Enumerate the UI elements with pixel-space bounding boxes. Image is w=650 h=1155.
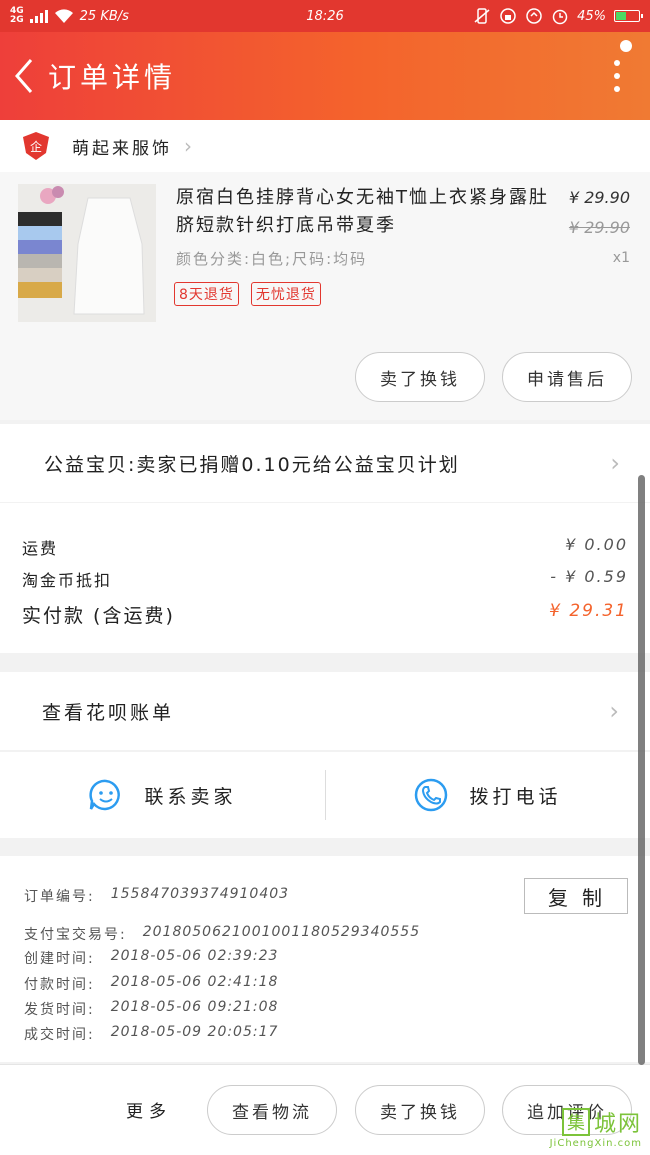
product-thumbnail[interactable] — [18, 184, 156, 322]
coin-discount-value: - ¥ 0.59 — [550, 567, 628, 586]
order-info: 订单编号: 155847039374910403 支付宝交易号: 2018050… — [0, 856, 650, 1062]
call-phone-button[interactable]: 拨打电话 — [325, 752, 650, 838]
product-card[interactable]: 原宿白色挂脖背心女无袖T恤上衣紧身露肚脐短款针织打底吊带夏季 颜色分类:白色;尺… — [0, 172, 650, 340]
total-paid-row: 实付款 (含运费) ¥ 29.31 — [22, 601, 628, 628]
svg-text:企: 企 — [30, 139, 42, 154]
sync-icon — [526, 8, 542, 24]
alarm-icon — [552, 9, 568, 25]
watermark-text: 城网 — [593, 1112, 642, 1137]
chevron-right-icon: › — [610, 449, 622, 477]
scrollbar[interactable] — [638, 475, 645, 1065]
network-type: 4G 2G — [10, 6, 24, 25]
app-header: 订单详情 — [0, 32, 650, 120]
order-number-row: 订单编号: 155847039374910403 — [24, 886, 289, 906]
contact-bar: 联系卖家 拨打电话 — [0, 752, 650, 838]
watermark-logo: 集 — [561, 1108, 590, 1136]
shipped-time-value: 2018-05-06 09:21:08 — [110, 999, 279, 1015]
phone-icon — [415, 778, 448, 812]
chevron-left-icon — [15, 59, 33, 93]
more-button[interactable]: 更多 — [126, 1097, 172, 1122]
product-price: ¥ 29.90 — [568, 188, 630, 207]
wifi-icon — [54, 9, 73, 23]
battery-icon — [614, 10, 643, 22]
product-actions: 卖了换钱 申请售后 — [0, 340, 650, 420]
coin-discount-label: 淘金币抵扣 — [22, 571, 113, 590]
alipay-trade-label: 支付宝交易号: — [24, 927, 127, 943]
product-spec: 颜色分类:白色;尺码:均码 — [176, 250, 368, 268]
order-number-value: 155847039374910403 — [110, 886, 290, 902]
back-button[interactable] — [0, 32, 48, 120]
completed-time-row: 成交时间: 2018-05-09 20:05:17 — [24, 1024, 278, 1044]
fee-summary: 运费 ¥ 0.00 淘金币抵扣 - ¥ 0.59 实付款 (含运费) ¥ 29.… — [0, 503, 650, 653]
alipay-trade-value: 2018050621001001180529340555 — [142, 924, 421, 940]
total-paid-label: 实付款 (含运费) — [22, 605, 175, 627]
status-bar: 4G 2G 25 KB/s 18:26 45% — [0, 0, 650, 32]
watermark-url: JiChengXin.com — [549, 1138, 642, 1149]
huabei-bill-row[interactable]: 查看花呗账单 › — [0, 672, 650, 750]
network-speed: 25 KB/s — [79, 8, 129, 24]
completed-time-value: 2018-05-09 20:05:17 — [110, 1024, 279, 1040]
clock: 18:26 — [306, 8, 344, 24]
paid-time-label: 付款时间: — [24, 977, 95, 993]
created-time-value: 2018-05-06 02:39:23 — [110, 948, 279, 964]
store-row[interactable]: 企 萌起来服饰 › — [0, 120, 650, 172]
tag-worry-free-return: 无忧退货 — [250, 282, 321, 306]
site-watermark: 集 城网 JiChengXin.com — [550, 1106, 642, 1149]
shipping-fee-label: 运费 — [22, 539, 59, 558]
charity-row[interactable]: 公益宝贝:卖家已捐赠0.10元给公益宝贝计划 › — [0, 424, 650, 502]
enterprise-shop-icon: 企 — [23, 132, 49, 160]
shipping-fee-row: 运费 ¥ 0.00 — [22, 535, 628, 559]
paid-time-value: 2018-05-06 02:41:18 — [110, 974, 279, 990]
product-quantity: x1 — [612, 250, 630, 266]
notification-dot — [620, 40, 632, 52]
shipped-time-row: 发货时间: 2018-05-06 09:21:08 — [24, 999, 278, 1019]
coin-discount-row: 淘金币抵扣 - ¥ 0.59 — [22, 567, 628, 591]
sell-for-cash-button[interactable]: 卖了换钱 — [355, 352, 485, 402]
paid-time-row: 付款时间: 2018-05-06 02:41:18 — [24, 974, 278, 994]
created-time-label: 创建时间: — [24, 951, 95, 967]
charity-text: 公益宝贝:卖家已捐赠0.10元给公益宝贝计划 — [44, 453, 460, 476]
chevron-right-icon: › — [184, 134, 192, 158]
battery-percent: 45% — [577, 8, 606, 24]
product-title: 原宿白色挂脖背心女无袖T恤上衣紧身露肚脐短款针织打底吊带夏季 — [176, 187, 549, 236]
call-phone-label: 拨打电话 — [469, 785, 562, 808]
alipay-trade-row: 支付宝交易号: 2018050621001001180529340555 — [24, 924, 420, 944]
signal-icon — [29, 9, 48, 23]
huabei-bill-label: 查看花呗账单 — [42, 701, 175, 724]
total-paid-value: ¥ 29.31 — [549, 601, 628, 621]
more-menu-button[interactable] — [614, 60, 620, 92]
chevron-right-icon: › — [609, 697, 622, 725]
view-logistics-button[interactable]: 查看物流 — [207, 1085, 337, 1135]
sell-for-cash-bottom-button[interactable]: 卖了换钱 — [355, 1085, 485, 1135]
shipping-fee-value: ¥ 0.00 — [565, 535, 628, 554]
completed-time-label: 成交时间: — [24, 1027, 95, 1043]
store-name: 萌起来服饰 — [72, 138, 172, 159]
order-number-label: 订单编号: — [24, 889, 95, 905]
contact-seller-button[interactable]: 联系卖家 — [0, 752, 325, 838]
bottom-action-bar: 更多 查看物流 卖了换钱 追加评价 集 城网 JiChengXin.com — [0, 1064, 650, 1155]
vibrate-icon — [474, 8, 490, 24]
page-title: 订单详情 — [48, 61, 177, 94]
tag-8day-return: 8天退货 — [174, 282, 239, 306]
rotation-lock-icon — [500, 8, 516, 24]
product-original-price: ¥ 29.90 — [568, 218, 630, 237]
apply-aftersale-button[interactable]: 申请售后 — [502, 352, 632, 402]
contact-seller-label: 联系卖家 — [144, 785, 237, 808]
shipped-time-label: 发货时间: — [24, 1002, 95, 1018]
copy-order-number-button[interactable]: 复制 — [524, 878, 628, 914]
created-time-row: 创建时间: 2018-05-06 02:39:23 — [24, 948, 278, 968]
chat-smile-icon — [89, 779, 121, 811]
